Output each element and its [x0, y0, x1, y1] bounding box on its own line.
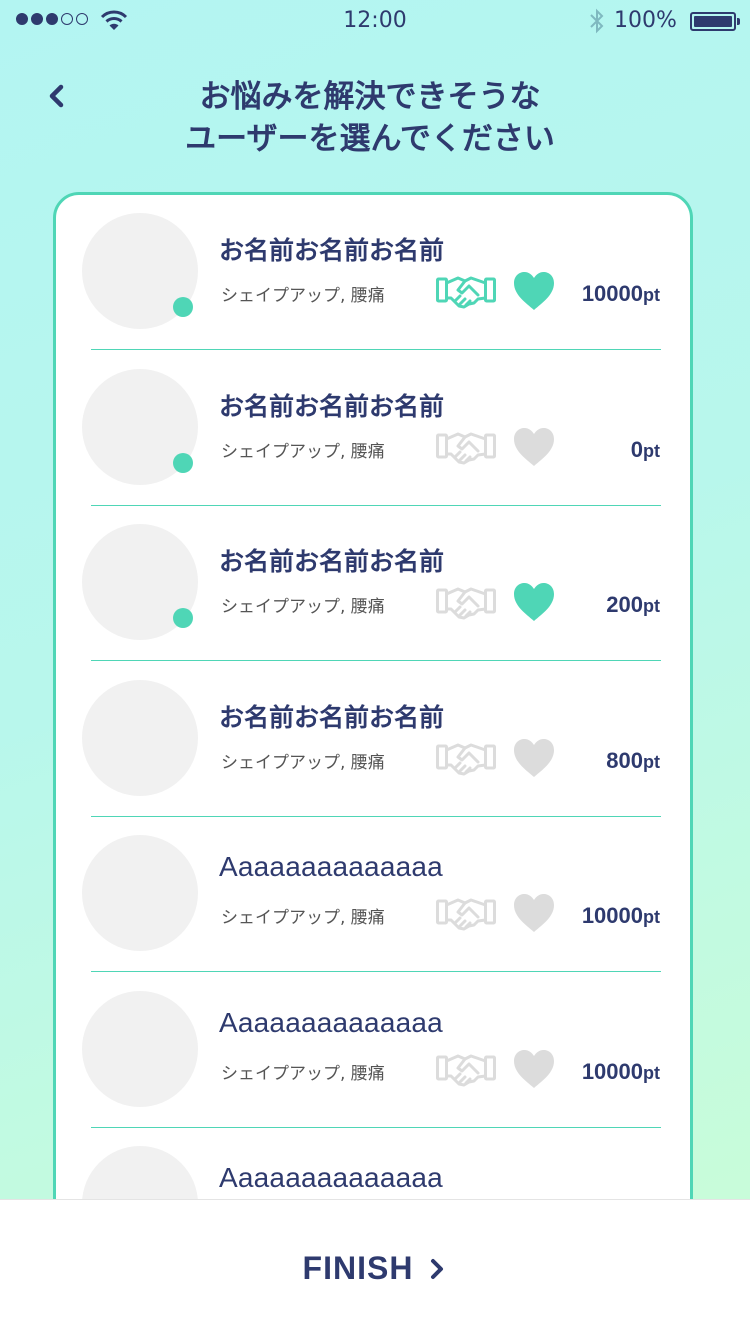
handshake-icon[interactable]: [436, 1048, 496, 1090]
user-list-item[interactable]: お名前お名前お名前シェイプアップ, 腰痛 200pt: [56, 506, 690, 661]
user-list-item[interactable]: お名前お名前お名前シェイプアップ, 腰痛 800pt: [56, 662, 690, 817]
battery-icon: [690, 12, 740, 31]
points-value: 200: [606, 592, 643, 617]
points-unit: pt: [643, 751, 660, 772]
battery-percentage: 100%: [614, 8, 677, 33]
user-tags: シェイプアップ, 腰痛: [221, 286, 385, 306]
user-name: お名前お名前お名前: [219, 236, 445, 265]
user-list-item[interactable]: Aaaaaaaaaaaaaa シェイプアップ, 腰痛 10000pt: [56, 817, 690, 972]
points-value: 10000: [581, 1058, 643, 1084]
avatar: [82, 835, 198, 951]
user-list-item[interactable]: お名前お名前お名前シェイプアップ, 腰痛 0pt: [56, 351, 690, 506]
points-unit: pt: [643, 907, 660, 927]
online-status-dot: [173, 452, 193, 473]
user-name: お名前お名前お名前: [219, 702, 445, 732]
heart-icon[interactable]: [512, 581, 556, 623]
user-points: 10000pt: [582, 903, 660, 929]
heart-icon[interactable]: [512, 892, 556, 934]
status-bar: 12:00 100%: [0, 0, 750, 42]
points-value: 10000: [581, 903, 643, 928]
points-unit: pt: [643, 440, 660, 461]
avatar: [82, 990, 198, 1107]
handshake-icon[interactable]: [436, 892, 496, 934]
user-points: 200pt: [606, 592, 660, 618]
handshake-icon[interactable]: [436, 737, 496, 779]
online-status-dot: [173, 297, 193, 317]
points-value: 0: [630, 436, 643, 462]
user-name: Aaaaaaaaaaaaaa: [219, 851, 443, 882]
user-points: 10000pt: [582, 281, 660, 307]
user-name: Aaaaaaaaaaaaaa: [219, 1006, 443, 1038]
user-tags: シェイプアップ, 腰痛: [221, 908, 385, 928]
user-tags: シェイプアップ, 腰痛: [221, 752, 385, 773]
points-unit: pt: [643, 596, 660, 616]
user-name: お名前お名前お名前: [219, 391, 445, 421]
points-value: 800: [606, 747, 643, 773]
handshake-icon[interactable]: [436, 581, 496, 623]
user-list-item[interactable]: Aaaaaaaaaaaaaa シェイプアップ, 腰痛 10000pt: [56, 973, 690, 1128]
finish-button[interactable]: FINISH: [0, 1250, 750, 1287]
heart-icon[interactable]: [512, 270, 556, 312]
heart-icon[interactable]: [512, 426, 556, 468]
user-points: 800pt: [606, 748, 660, 774]
user-points: 0pt: [631, 437, 660, 463]
heart-icon[interactable]: [512, 1048, 556, 1090]
user-tags: シェイプアップ, 腰痛: [221, 1063, 385, 1084]
points-unit: pt: [643, 285, 660, 305]
bluetooth-icon: [590, 8, 604, 34]
back-button[interactable]: [40, 80, 74, 114]
user-name: お名前お名前お名前: [219, 547, 445, 576]
user-tags: シェイプアップ, 腰痛: [221, 441, 385, 462]
user-list-item[interactable]: お名前お名前お名前シェイプアップ, 腰痛 10000pt: [56, 195, 690, 350]
user-tags: シェイプアップ, 腰痛: [221, 597, 385, 617]
chevron-right-icon: [431, 1258, 444, 1279]
handshake-icon[interactable]: [436, 426, 496, 468]
user-list-card: お名前お名前お名前 シェイプアップ, 腰痛 10000pt お名前お名前お名前 シェイプ…: [53, 192, 693, 1292]
handshake-icon[interactable]: [436, 270, 496, 312]
page-title: お悩みを解決できそうな ユーザーを選んでください: [185, 79, 555, 157]
footer: FINISH: [0, 1199, 750, 1334]
points-value: 10000: [581, 281, 643, 306]
heart-icon[interactable]: [512, 737, 556, 779]
finish-label: FINISH: [302, 1250, 414, 1286]
avatar: [82, 679, 198, 796]
user-points: 10000pt: [582, 1059, 660, 1085]
online-status-dot: [173, 608, 193, 628]
user-name: Aaaaaaaaaaaaaa: [219, 1162, 443, 1193]
points-unit: pt: [643, 1062, 660, 1083]
